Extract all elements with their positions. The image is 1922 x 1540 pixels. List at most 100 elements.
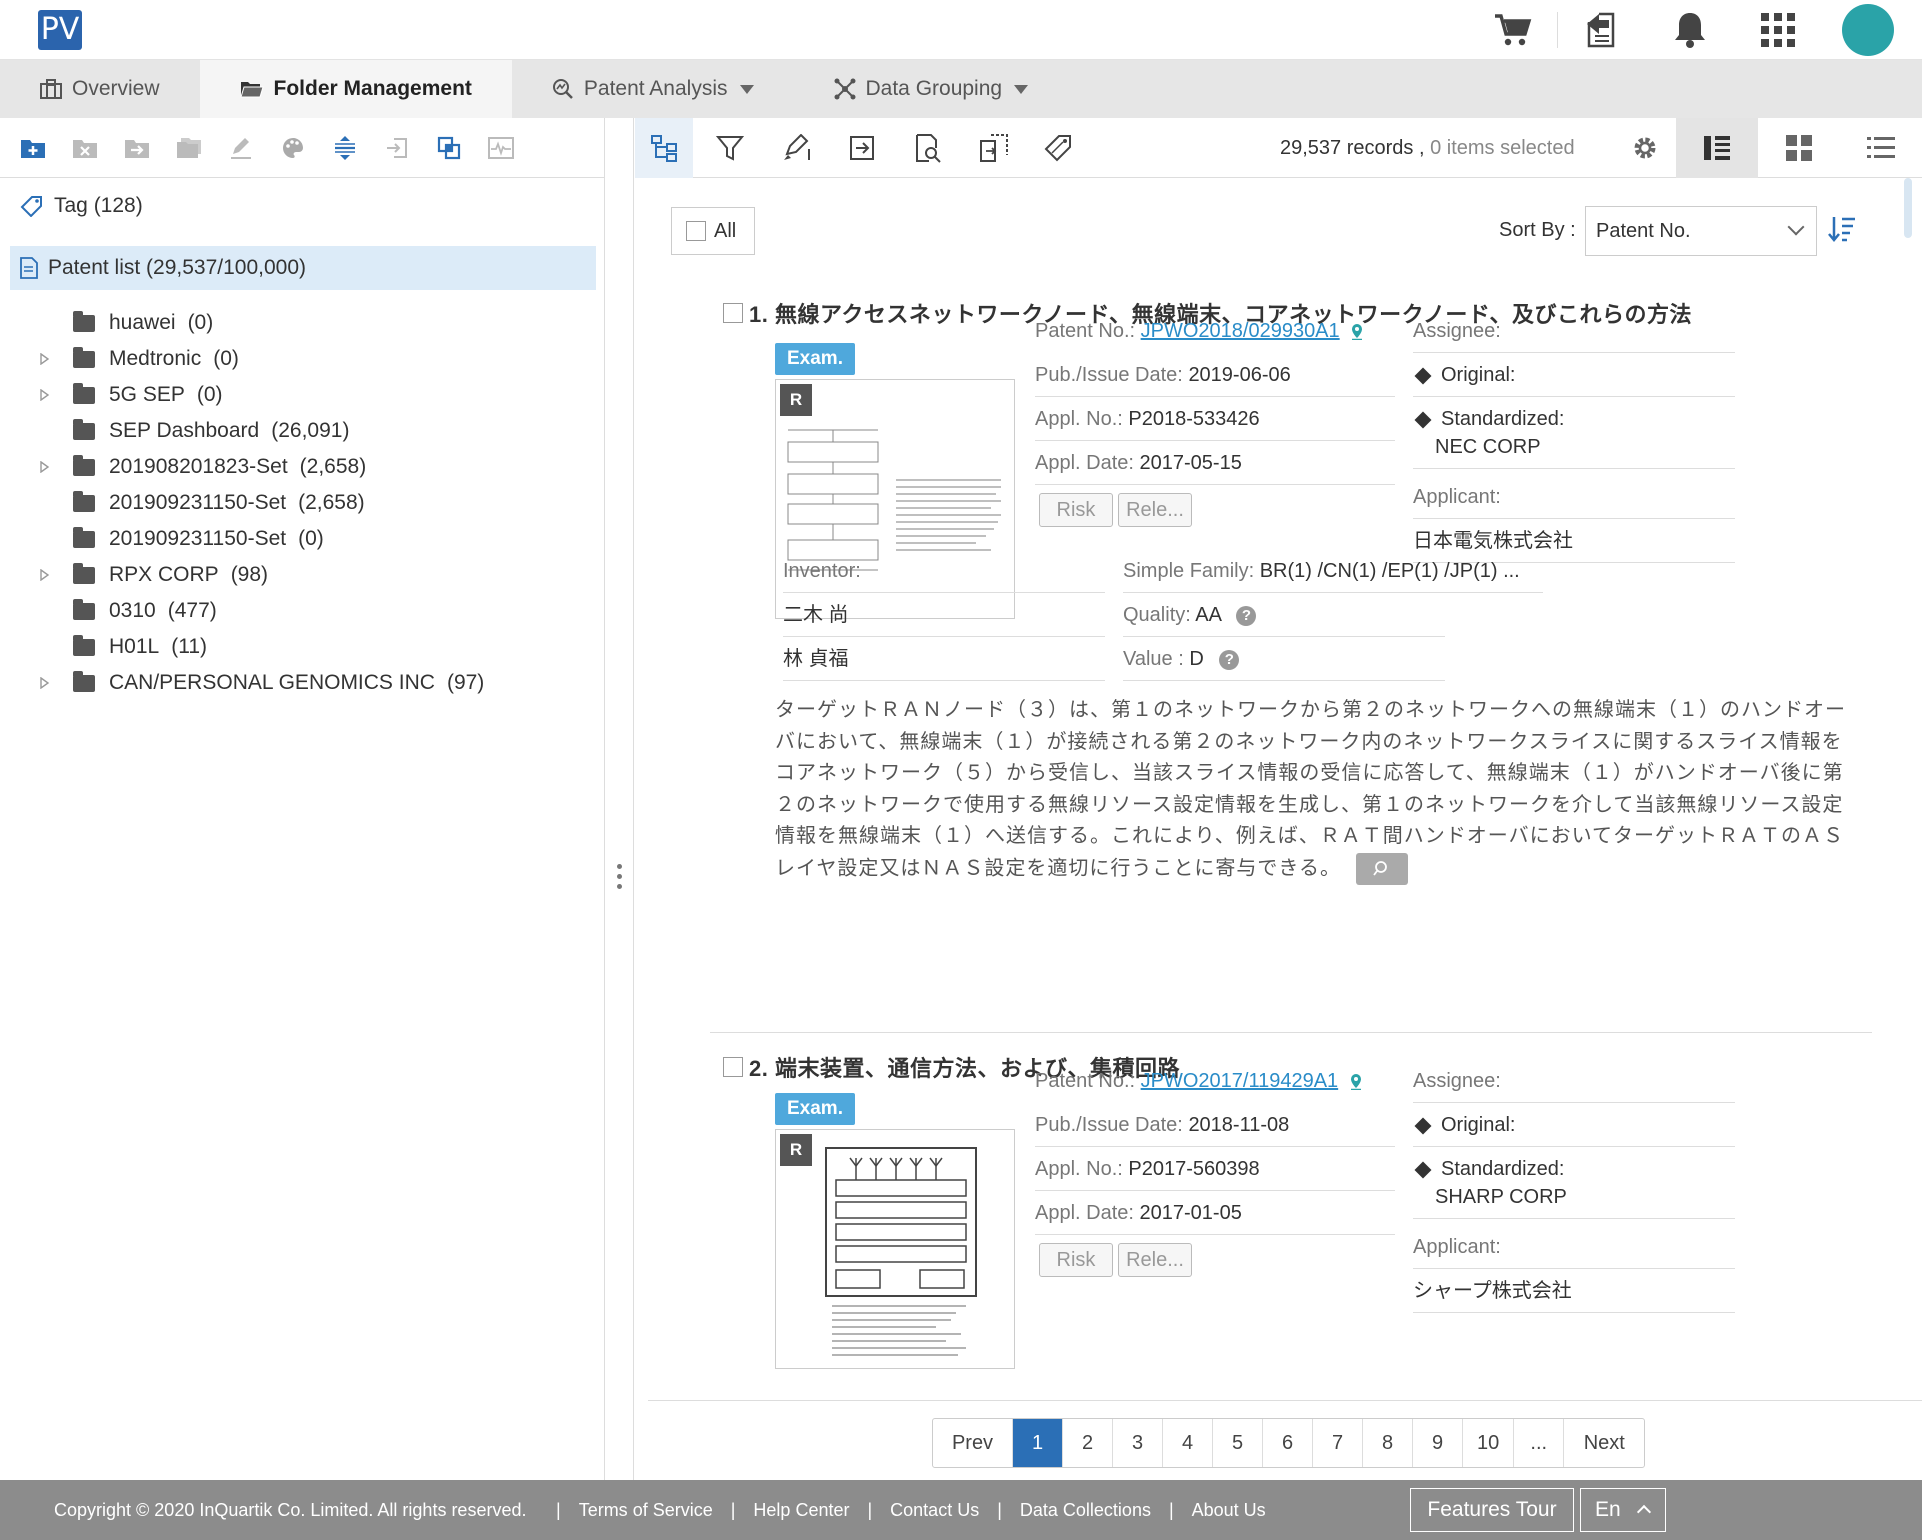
patent-thumbnail[interactable]: R — [775, 1129, 1015, 1369]
appl-date-value: 2017-05-15 — [1139, 452, 1242, 474]
risk-button[interactable]: Risk — [1039, 1243, 1113, 1277]
grid-view-icon[interactable] — [1758, 118, 1840, 178]
folder-icon — [73, 634, 95, 656]
scrollbar-thumb[interactable] — [1904, 178, 1912, 238]
relevance-button[interactable]: Rele... — [1118, 1243, 1192, 1277]
tab-overview[interactable]: Overview — [0, 60, 200, 118]
folder-item[interactable]: 0310 (477) — [0, 593, 600, 629]
quality-field: Quality: AA ? — [1123, 593, 1445, 637]
filter-icon[interactable] — [701, 118, 759, 178]
footer-link[interactable]: About Us — [1192, 1500, 1266, 1521]
folder-name: huawei — [109, 311, 176, 334]
simple-family-field: Simple Family: BR(1) /CN(1) /EP(1) /JP(1… — [1123, 549, 1543, 593]
patent-number-link[interactable]: JPWO2018/029930A1 — [1141, 320, 1340, 342]
page-button[interactable]: 3 — [1113, 1419, 1163, 1467]
export-icon[interactable] — [1578, 6, 1626, 54]
page-button[interactable]: 7 — [1313, 1419, 1363, 1467]
next-page-button[interactable]: Next — [1564, 1419, 1644, 1467]
features-tour-button[interactable]: Features Tour — [1410, 1488, 1574, 1532]
compare-icon[interactable] — [965, 118, 1023, 178]
link-separator: | — [1168, 1499, 1174, 1520]
avatar[interactable] — [1842, 4, 1894, 56]
checkbox[interactable] — [686, 221, 706, 241]
sort-order-icon[interactable] — [1827, 214, 1857, 249]
cart-icon[interactable] — [1489, 6, 1537, 54]
page-button[interactable]: 2 — [1063, 1419, 1113, 1467]
page-button[interactable]: 9 — [1413, 1419, 1463, 1467]
edit-icon[interactable] — [222, 129, 260, 167]
tab-folder-management[interactable]: Folder Management — [199, 60, 512, 118]
footer-link[interactable]: Terms of Service — [579, 1500, 713, 1521]
folder-item[interactable]: 201909231150-Set (0) — [0, 521, 600, 557]
footer-link[interactable]: Data Collections — [1020, 1500, 1151, 1521]
tag-node[interactable]: Tag (128) — [20, 194, 143, 218]
checkbox[interactable] — [723, 1057, 743, 1077]
checkbox[interactable] — [723, 303, 743, 323]
gear-icon[interactable] — [1615, 118, 1675, 178]
tab-data-grouping[interactable]: Data Grouping — [794, 60, 1069, 118]
map-pin-icon[interactable] — [1350, 1073, 1362, 1090]
apps-grid-icon[interactable] — [1754, 6, 1802, 54]
page-button[interactable]: 5 — [1213, 1419, 1263, 1467]
footer-link[interactable]: Help Center — [753, 1500, 849, 1521]
move-folder-icon[interactable] — [118, 129, 156, 167]
r-badge: R — [780, 1134, 812, 1166]
folder-item[interactable]: CAN/PERSONAL GENOMICS INC (97) — [0, 665, 600, 701]
language-selector[interactable]: En — [1580, 1488, 1666, 1532]
detail-view-icon[interactable] — [1676, 118, 1758, 178]
tree-view-icon[interactable] — [635, 117, 693, 178]
patent-number-link[interactable]: JPWO2017/119429A1 — [1141, 1070, 1339, 1092]
import-icon[interactable] — [378, 129, 416, 167]
expand-collapse-icon[interactable] — [326, 129, 364, 167]
sort-select[interactable]: Patent No. — [1585, 206, 1817, 256]
family-value[interactable]: BR(1) /CN(1) /EP(1) /JP(1) ... — [1260, 560, 1520, 582]
divider — [710, 1032, 1872, 1033]
folder-item[interactable]: 201908201823-Set (2,658) — [0, 449, 600, 485]
map-pin-icon[interactable] — [1351, 323, 1363, 340]
page-button[interactable]: 1 — [1013, 1419, 1063, 1467]
delete-folder-icon[interactable] — [66, 129, 104, 167]
panel-splitter[interactable] — [614, 118, 634, 1480]
diamond-icon — [1414, 1117, 1432, 1135]
help-icon[interactable]: ? — [1236, 605, 1257, 626]
select-all-checkbox[interactable]: All — [671, 207, 755, 255]
folder-item[interactable]: RPX CORP (98) — [0, 557, 600, 593]
folder-item[interactable]: Medtronic (0) — [0, 341, 600, 377]
drag-handle-icon[interactable] — [617, 864, 623, 894]
risk-button[interactable]: Risk — [1039, 493, 1113, 527]
page-button[interactable]: 6 — [1263, 1419, 1313, 1467]
assignee-original: Original: — [1413, 353, 1735, 397]
main-nav-tabs: Overview Folder Management Patent Analys… — [0, 60, 1922, 118]
page-button[interactable]: ... — [1514, 1419, 1565, 1467]
page-button[interactable]: 8 — [1363, 1419, 1413, 1467]
monitor-icon[interactable] — [482, 129, 520, 167]
folder-name: RPX CORP — [109, 563, 219, 586]
palette-icon[interactable] — [274, 129, 312, 167]
page-button[interactable]: 4 — [1163, 1419, 1213, 1467]
page-button[interactable]: 10 — [1463, 1419, 1515, 1467]
merge-icon[interactable] — [430, 129, 468, 167]
folder-item[interactable]: H01L (11) — [0, 629, 600, 665]
abstract-zoom-button[interactable] — [1355, 852, 1408, 885]
bell-icon[interactable] — [1666, 6, 1714, 54]
patent-list-node[interactable]: Patent list (29,537/100,000) — [10, 246, 596, 290]
tab-patent-analysis[interactable]: Patent Analysis — [512, 60, 794, 118]
highlighter-icon[interactable] — [767, 118, 825, 178]
folder-item[interactable]: 5G SEP (0) — [0, 377, 600, 413]
sort-label: Sort By : — [1499, 219, 1576, 241]
folder-item[interactable]: huawei (0) — [0, 305, 600, 341]
add-folder-icon[interactable] — [14, 129, 52, 167]
folder-item[interactable]: SEP Dashboard (26,091) — [0, 413, 600, 449]
document-search-icon[interactable] — [899, 118, 957, 178]
footer-link[interactable]: Contact Us — [890, 1500, 979, 1521]
tag-icon[interactable] — [1031, 118, 1089, 178]
copy-folder-icon[interactable] — [170, 129, 208, 167]
prev-page-button[interactable]: Prev — [933, 1419, 1013, 1467]
app-logo[interactable]: PV — [38, 10, 82, 50]
folder-count: (0) — [298, 527, 324, 550]
export-list-icon[interactable] — [833, 118, 891, 178]
relevance-button[interactable]: Rele... — [1118, 493, 1192, 527]
help-icon[interactable]: ? — [1219, 649, 1240, 670]
folder-item[interactable]: 201909231150-Set (2,658) — [0, 485, 600, 521]
list-view-icon[interactable] — [1840, 118, 1922, 178]
